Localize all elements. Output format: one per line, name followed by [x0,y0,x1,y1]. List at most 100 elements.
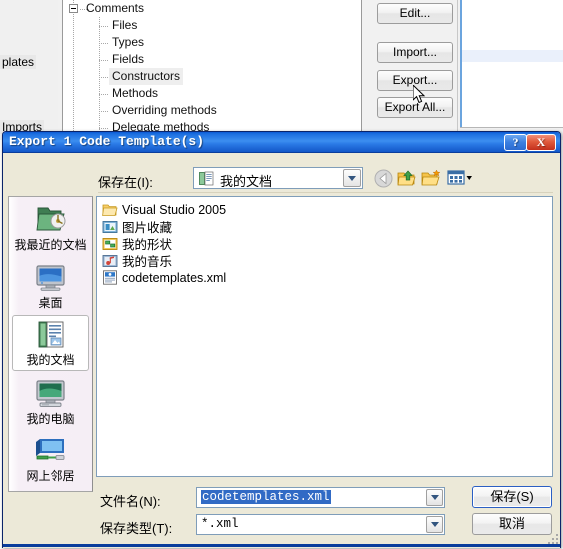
place-desktop[interactable]: 桌面 [12,259,89,315]
views-button[interactable] [446,167,474,189]
new-folder-button[interactable] [420,167,442,189]
file-name-dropdown-arrow[interactable] [426,489,443,506]
my-computer-icon [34,377,68,409]
tree-node-methods[interactable]: Methods [63,85,361,102]
dialog-title: Export 1 Code Template(s) [9,134,205,149]
tree-connector-icon [80,9,89,10]
place-network-places[interactable]: 网上邻居 [12,432,89,488]
list-item[interactable]: 我的形状 [97,235,552,252]
my-documents-icon [34,318,68,350]
place-label: 网上邻居 [26,469,75,483]
list-item[interactable]: 我的音乐 [97,252,552,269]
place-my-documents[interactable]: 我的文档 [12,315,89,371]
save-as-type-dropdown-arrow[interactable] [426,516,443,533]
up-one-level-button[interactable] [396,167,418,189]
tree-connector-icon [99,128,108,129]
tree-connector-icon [99,60,108,61]
pictures-folder-icon [101,219,119,235]
dialog-titlebar[interactable]: Export 1 Code Template(s) ? X [3,132,560,153]
toolbar-separator [98,192,553,193]
tree-node-label: Types [112,35,145,49]
tree-node-label: Overriding methods [112,103,217,117]
place-label: 我最近的文档 [14,238,87,252]
look-in-dropdown-arrow[interactable] [343,169,361,187]
tree-node-files[interactable]: Files [63,17,361,34]
network-places-icon [34,434,68,466]
tree-node-label: Methods [112,86,159,100]
background-label-templates: plates [0,55,37,69]
place-recent-documents[interactable]: 我最近的文档 [12,201,89,257]
save-button[interactable]: 保存(S) [472,486,552,508]
place-label: 我的电脑 [26,412,75,426]
code-template-tree[interactable]: Comments Files Types Fields Constructors… [62,0,362,133]
look-in-label: 保存在(I): [98,175,153,190]
tree-expander-minus-icon[interactable] [69,4,78,13]
import-button[interactable]: Import... [377,42,453,63]
xml-file-icon [101,270,119,286]
recent-documents-icon [34,203,68,235]
views-icon [447,170,472,185]
back-icon [374,169,392,187]
file-name-input[interactable]: codetemplates.xml [196,487,445,508]
file-name-label: 文件名(N): [100,494,161,509]
question-mark-icon: ? [512,135,519,149]
save-as-type-select[interactable]: *.xml [196,514,445,535]
background-left-strip [0,0,58,140]
folder-icon [101,202,119,218]
tree-connector-icon [99,26,108,27]
file-list[interactable]: Visual Studio 2005 图片收藏 我的形状 我的音乐 codete… [96,196,553,477]
save-as-type-value: *.xml [201,517,239,531]
tree-connector-icon [99,77,108,78]
new-folder-icon [421,169,441,186]
background-detail-highlight-row [462,50,563,62]
tree-node-comments[interactable]: Comments [63,0,361,17]
screen: plates Imports Comments Files Types Fiel… [0,0,563,549]
resize-grip[interactable] [548,534,560,546]
dialog-bottom-edge [3,544,560,547]
tree-node-label: Comments [86,1,145,15]
file-name: 我的音乐 [122,255,173,269]
place-label: 我的文档 [26,353,75,367]
help-button[interactable]: ? [504,134,527,151]
shapes-folder-icon [101,236,119,252]
tree-connector-icon [99,43,108,44]
tree-node-overriding-methods[interactable]: Overriding methods [63,102,361,119]
list-item[interactable]: 图片收藏 [97,218,552,235]
place-label: 桌面 [38,296,63,310]
file-name: Visual Studio 2005 [122,202,227,217]
chevron-down-icon [430,522,439,527]
tree-node-fields[interactable]: Fields [63,51,361,68]
tree-node-label: Constructors [109,68,184,85]
tree-node-label: Files [112,18,138,32]
save-as-type-label: 保存类型(T): [100,521,173,536]
desktop-icon [34,261,68,293]
file-name-value: codetemplates.xml [201,490,331,504]
list-item[interactable]: codetemplates.xml [97,269,552,286]
background-application-window: plates Imports Comments Files Types Fiel… [0,0,563,140]
tree-connector-icon [99,94,108,95]
back-button[interactable] [372,167,394,189]
music-folder-icon [101,253,119,269]
cancel-button[interactable]: 取消 [472,513,552,535]
background-detail-divider [460,127,563,128]
export-button[interactable]: Export... [377,70,453,91]
list-item[interactable]: Visual Studio 2005 [97,201,552,218]
tree-connector-icon [99,111,108,112]
close-button[interactable]: X [526,134,556,151]
tree-node-types[interactable]: Types [63,34,361,51]
template-action-buttons: Edit... Import... Export... Export All..… [372,0,458,133]
places-bar: 我最近的文档 桌面 我的文档 我的电脑 网上邻居 [8,196,93,492]
tree-node-constructors[interactable]: Constructors [63,68,361,85]
chevron-down-icon [430,495,439,500]
look-in-value: 我的文档 [220,174,273,189]
background-detail-panel [460,0,563,127]
chevron-down-icon [348,175,356,181]
export-all-button[interactable]: Export All... [377,97,453,118]
place-my-computer[interactable]: 我的电脑 [12,375,89,431]
edit-button[interactable]: Edit... [377,3,453,24]
close-icon: X [536,135,546,149]
look-in-combobox[interactable]: 我的文档 [193,167,363,189]
up-one-level-icon [397,170,416,186]
file-name: codetemplates.xml [122,270,227,285]
tree-node-label: Fields [112,52,145,66]
